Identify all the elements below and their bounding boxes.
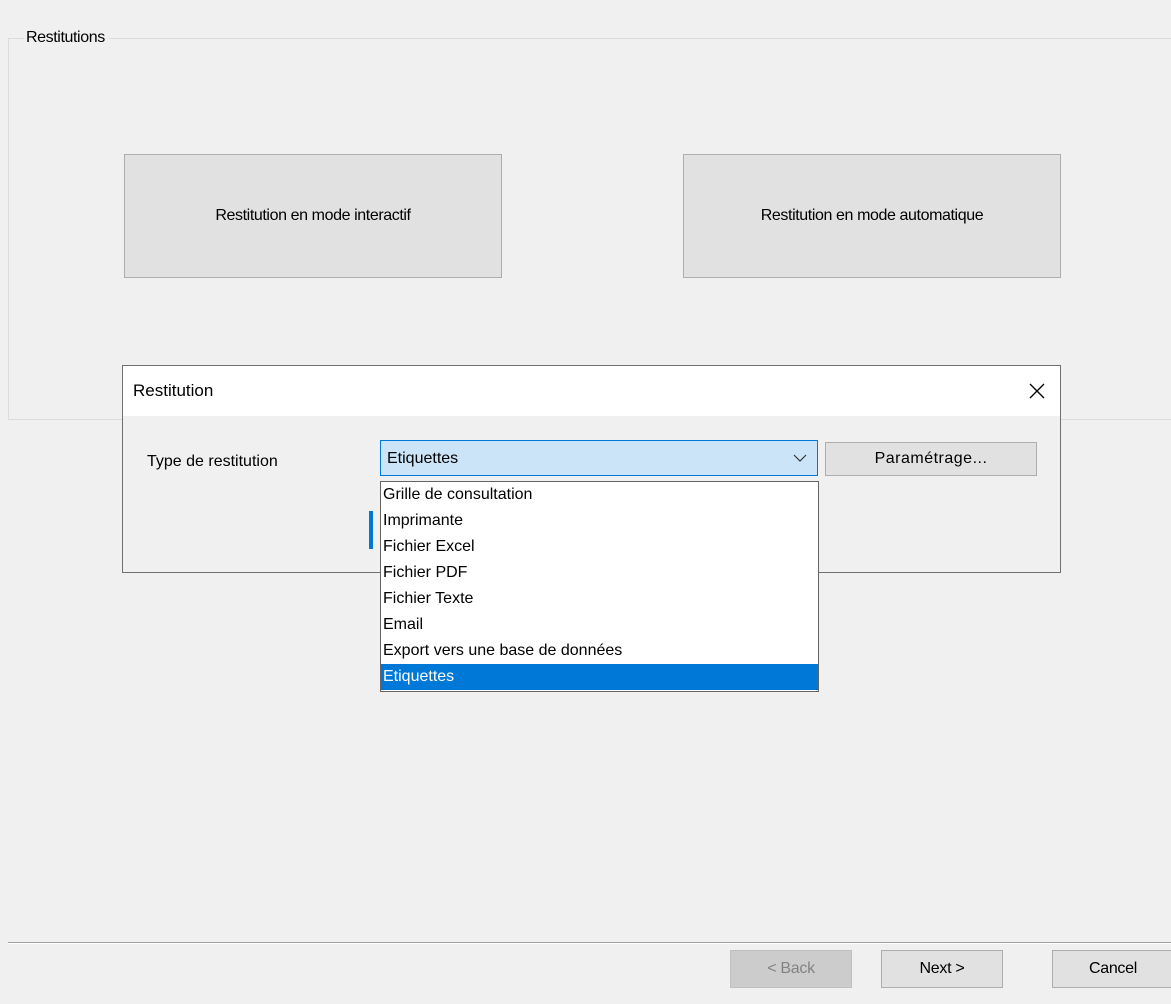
combo-selected-value: Etiquettes [387, 450, 459, 467]
restitution-type-dropdown: Grille de consultation Imprimante Fichie… [380, 481, 819, 692]
next-button[interactable]: Next > [881, 950, 1003, 988]
chevron-down-icon [793, 454, 807, 462]
dropdown-item-grille[interactable]: Grille de consultation [381, 482, 818, 508]
dialog-titlebar: Restitution [123, 366, 1060, 416]
parametrage-button[interactable]: Paramétrage... [825, 442, 1037, 476]
close-button[interactable] [1014, 366, 1060, 416]
dropdown-item-pdf[interactable]: Fichier PDF [381, 560, 818, 586]
dropdown-item-texte[interactable]: Fichier Texte [381, 586, 818, 612]
close-icon [1029, 383, 1045, 399]
footer-separator [8, 942, 1171, 944]
interactive-mode-button[interactable]: Restitution en mode interactif [124, 154, 502, 278]
back-button[interactable]: < Back [730, 950, 852, 988]
restitutions-group-legend: Restitutions [24, 28, 109, 48]
automatic-mode-button[interactable]: Restitution en mode automatique [683, 154, 1061, 278]
restitution-type-label: Type de restitution [147, 453, 278, 470]
restitution-type-combobox[interactable]: Etiquettes [380, 440, 818, 476]
dialog-title: Restitution [133, 381, 214, 400]
dropdown-item-export-bdd[interactable]: Export vers une base de données [381, 638, 818, 664]
focused-button-edge[interactable] [369, 511, 373, 549]
dropdown-item-excel[interactable]: Fichier Excel [381, 534, 818, 560]
dropdown-item-imprimante[interactable]: Imprimante [381, 508, 818, 534]
dropdown-item-email[interactable]: Email [381, 612, 818, 638]
dropdown-item-etiquettes[interactable]: Etiquettes [381, 664, 818, 690]
cancel-button[interactable]: Cancel [1052, 950, 1171, 988]
